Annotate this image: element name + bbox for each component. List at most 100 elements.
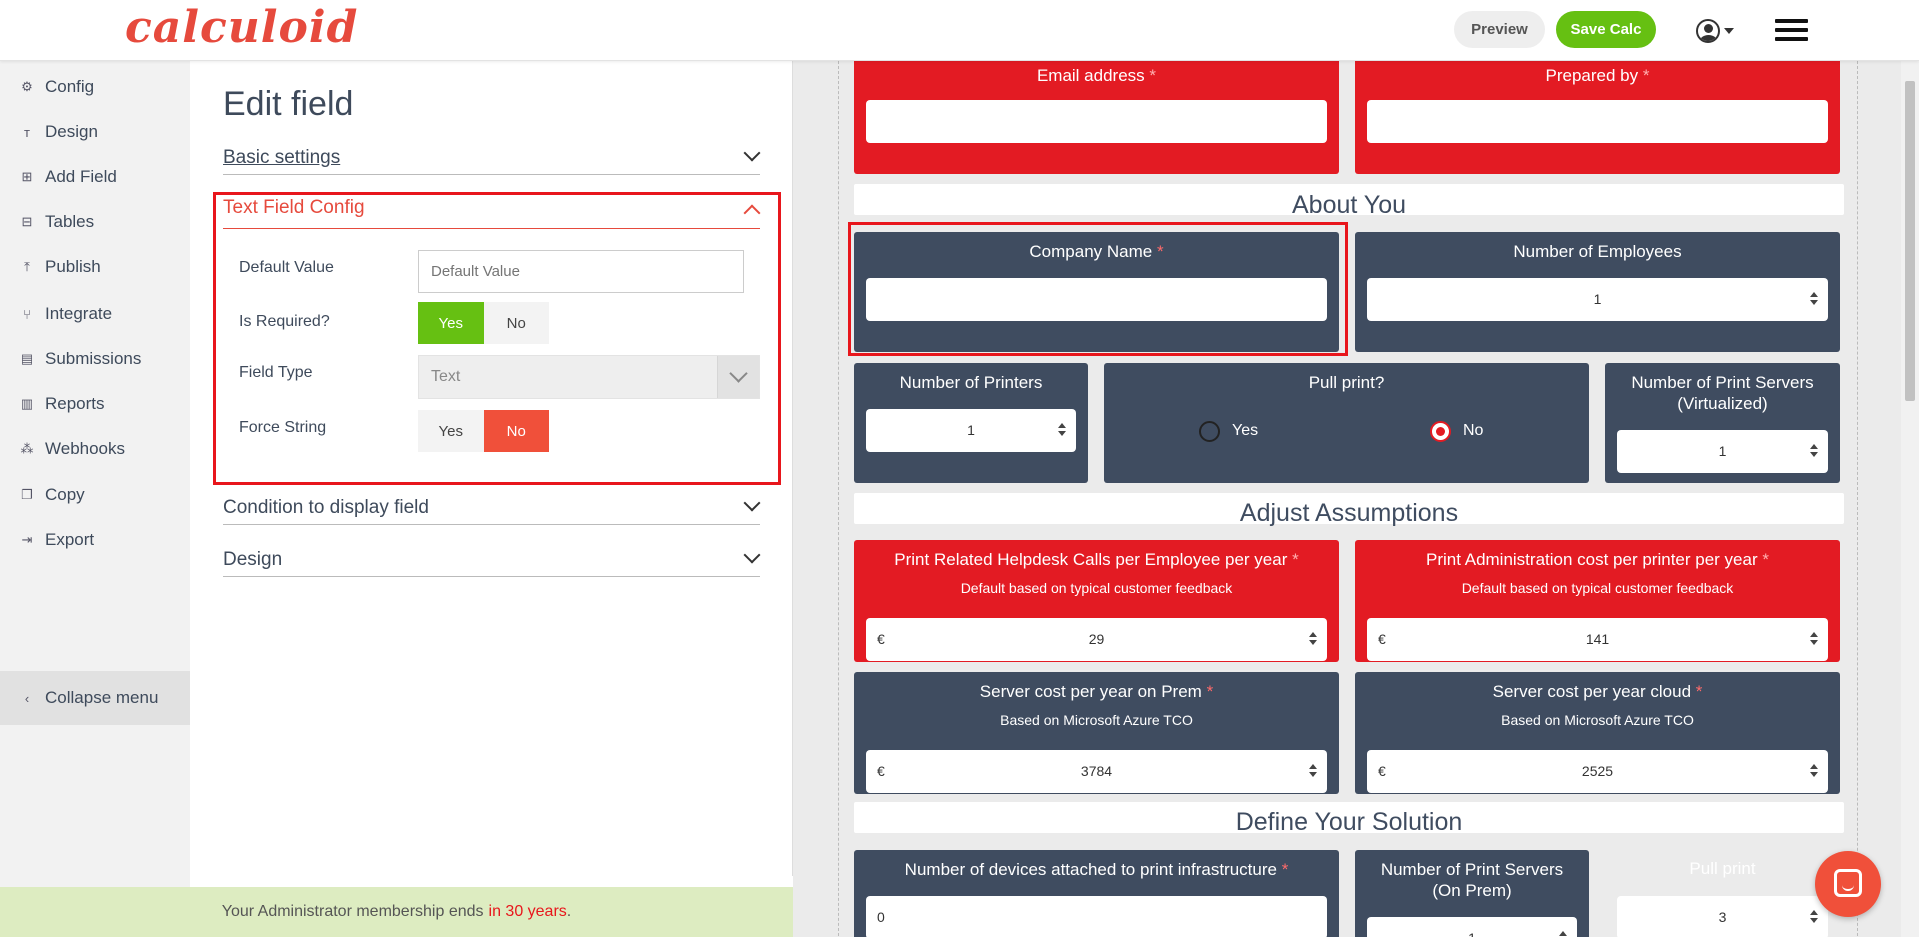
- print-servers-virt-input[interactable]: 1: [1617, 430, 1828, 473]
- print-servers-virt-value: 1: [1718, 443, 1727, 459]
- save-calc-button[interactable]: Save Calc: [1556, 11, 1656, 48]
- prepared-by-card[interactable]: Prepared by *: [1355, 61, 1840, 174]
- gear-icon: ⚙: [21, 79, 33, 94]
- pull-print-no-label[interactable]: No: [1463, 422, 1483, 440]
- spinner-icon[interactable]: [1810, 444, 1818, 458]
- section-design[interactable]: Design: [223, 543, 761, 577]
- server-prem-input[interactable]: €3784: [866, 750, 1327, 793]
- sidebar-item-design[interactable]: ᴛ Design: [0, 111, 190, 153]
- server-prem-sub: Based on Microsoft Azure TCO: [1000, 712, 1193, 728]
- spinner-icon[interactable]: [1309, 632, 1317, 646]
- plus-square-icon: ⊞: [21, 169, 33, 184]
- admin-cost-sub: Default based on typical customer feedba…: [1461, 580, 1734, 596]
- devices-label: Number of devices attached to print infr…: [904, 860, 1277, 879]
- scroll-thumb[interactable]: [1905, 81, 1915, 401]
- devices-value: 0: [877, 909, 885, 925]
- hamburger-menu-icon[interactable]: [1775, 19, 1808, 43]
- pull-print-2-input[interactable]: 3: [1617, 896, 1828, 937]
- section-basic-settings[interactable]: Basic settings: [223, 141, 761, 175]
- printers-label: Number of Printers: [899, 373, 1043, 392]
- section-condition-display[interactable]: Condition to display field: [223, 491, 761, 525]
- spinner-icon[interactable]: [1810, 764, 1818, 778]
- pull-print-2-card[interactable]: Pull print 3: [1605, 850, 1840, 937]
- sidebar-item-reports[interactable]: ▥ Reports: [0, 383, 190, 425]
- sidebar-item-label: Add Field: [45, 167, 117, 186]
- required-mark: *: [1762, 550, 1769, 569]
- helpdesk-value: 29: [1088, 631, 1105, 647]
- chevron-down-icon: [743, 546, 761, 564]
- sidebar-item-config[interactable]: ⚙ Config: [0, 66, 190, 108]
- server-prem-label: Server cost per year on Prem: [979, 682, 1202, 701]
- sidebar-item-add-field[interactable]: ⊞ Add Field: [0, 156, 190, 198]
- email-input[interactable]: [866, 100, 1327, 143]
- email-field-card[interactable]: Email address *: [854, 61, 1339, 174]
- chat-icon: [1834, 869, 1862, 897]
- sidebar-item-integrate[interactable]: ⑂ Integrate: [0, 293, 190, 335]
- sidebar-item-submissions[interactable]: ▤ Submissions: [0, 338, 190, 380]
- prepared-by-input[interactable]: [1367, 100, 1828, 143]
- spinner-icon[interactable]: [1309, 764, 1317, 778]
- sidebar: ⚙ Config ᴛ Design ⊞ Add Field ⊟ Tables ⤒ Publ…: [0, 61, 190, 937]
- preview-button[interactable]: Preview: [1454, 11, 1545, 48]
- calculoid-logo[interactable]: calculoid: [125, 2, 358, 53]
- sidebar-item-label: Collapse menu: [45, 688, 159, 707]
- export-icon: ⇥: [21, 532, 33, 547]
- sidebar-item-label: Webhooks: [45, 439, 126, 458]
- membership-suffix: .: [566, 903, 572, 920]
- prepared-by-label: Prepared by: [1545, 66, 1639, 85]
- membership-banner: Your Administrator membership ends in 30…: [0, 887, 793, 937]
- helpdesk-input[interactable]: €29: [866, 618, 1327, 661]
- spinner-icon[interactable]: [1058, 423, 1066, 437]
- page-title: Edit field: [223, 85, 354, 123]
- sidebar-item-webhooks[interactable]: ⁂ Webhooks: [0, 428, 190, 470]
- printers-card[interactable]: Number of Printers 1: [854, 363, 1088, 483]
- printers-input[interactable]: 1: [866, 409, 1076, 452]
- sidebar-item-export[interactable]: ⇥ Export: [0, 519, 190, 561]
- pull-print-card[interactable]: Pull print? Yes No: [1104, 363, 1589, 483]
- collapse-menu-button[interactable]: ‹ Collapse menu: [0, 671, 190, 725]
- sidebar-item-label: Config: [45, 77, 95, 96]
- spinner-icon[interactable]: [1810, 292, 1818, 306]
- pull-print-yes-label[interactable]: Yes: [1232, 422, 1258, 440]
- admin-cost-card[interactable]: Print Administration cost per printer pe…: [1355, 540, 1840, 662]
- section-label: Condition to display field: [223, 497, 429, 518]
- sidebar-item-publish[interactable]: ⤒ Publish: [0, 246, 190, 288]
- admin-cost-label: Print Administration cost per printer pe…: [1425, 550, 1758, 569]
- define-heading: Define Your Solution: [1235, 808, 1463, 836]
- server-cloud-value: 2525: [1581, 763, 1614, 779]
- server-cloud-card[interactable]: Server cost per year cloud * Based on Mi…: [1355, 672, 1840, 794]
- sidebar-item-tables[interactable]: ⊟ Tables: [0, 201, 190, 243]
- adjust-heading: Adjust Assumptions: [1239, 499, 1459, 527]
- inbox-icon: ▤: [20, 351, 34, 366]
- print-servers-prem-value: 1: [1367, 930, 1577, 937]
- server-prem-card[interactable]: Server cost per year on Prem * Based on …: [854, 672, 1339, 794]
- required-mark: *: [1206, 682, 1214, 701]
- employees-card[interactable]: Number of Employees 1: [1355, 232, 1840, 352]
- employees-label: Number of Employees: [1513, 242, 1682, 261]
- employees-input[interactable]: 1: [1367, 278, 1828, 321]
- required-mark: *: [1149, 66, 1157, 85]
- user-avatar-icon: [1696, 19, 1720, 43]
- chat-button[interactable]: [1815, 851, 1881, 917]
- sidebar-item-copy[interactable]: ❐ Copy: [0, 474, 190, 516]
- membership-text: Your Administrator membership ends: [221, 903, 484, 920]
- server-cloud-input[interactable]: €2525: [1367, 750, 1828, 793]
- pull-print-no-radio[interactable]: [1430, 421, 1451, 442]
- scrollbar[interactable]: [1901, 61, 1919, 937]
- pull-print-yes-radio[interactable]: [1199, 421, 1220, 442]
- spinner-icon[interactable]: [1559, 931, 1567, 937]
- spinner-icon[interactable]: [1810, 910, 1818, 924]
- spinner-icon[interactable]: [1810, 632, 1818, 646]
- print-servers-prem-card[interactable]: Number of Print Servers (On Prem) 1: [1355, 850, 1589, 937]
- devices-card[interactable]: Number of devices attached to print infr…: [854, 850, 1339, 937]
- admin-cost-input[interactable]: €141: [1367, 618, 1828, 661]
- helpdesk-card[interactable]: Print Related Helpdesk Calls per Employe…: [854, 540, 1339, 662]
- print-servers-virt-label-2: (Virtualized): [1677, 394, 1768, 413]
- selected-field-highlight: [848, 222, 1348, 356]
- print-servers-prem-input[interactable]: 1: [1367, 917, 1577, 937]
- print-servers-virt-card[interactable]: Number of Print Servers (Virtualized) 1: [1605, 363, 1840, 483]
- user-menu[interactable]: [1696, 18, 1738, 44]
- devices-input[interactable]: 0: [866, 896, 1327, 937]
- form-area: Email address * Prepared by * About You …: [838, 61, 1858, 937]
- text-size-icon: ᴛ: [24, 124, 30, 140]
